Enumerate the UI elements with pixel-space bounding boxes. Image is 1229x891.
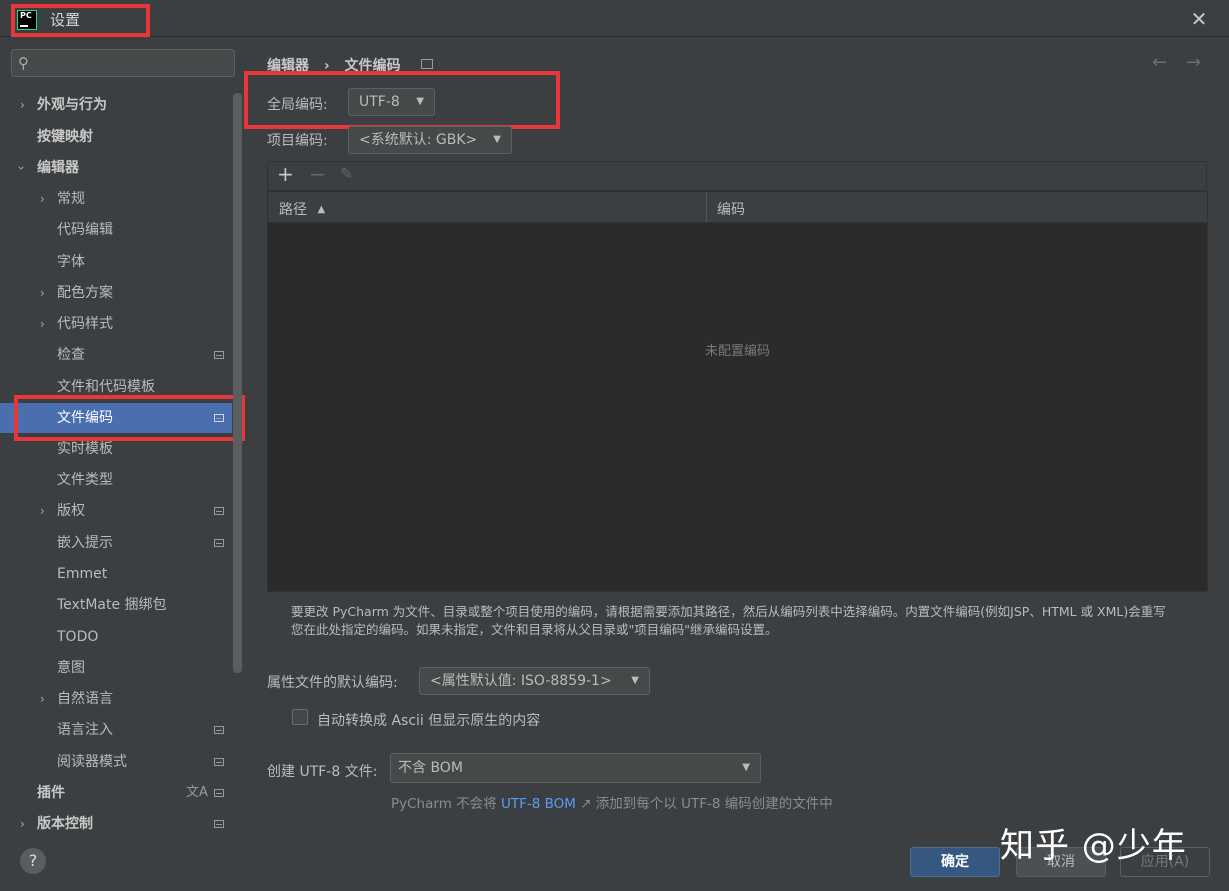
bom-select[interactable]: 不含 BOM ▼ [390, 753, 761, 783]
sidebar-item-color-scheme[interactable]: › 配色方案 [0, 278, 232, 308]
encoding-table [267, 191, 1208, 592]
project-scope-icon [214, 820, 224, 828]
table-toolbar [267, 161, 1207, 191]
ascii-convert-checkbox[interactable] [292, 709, 308, 725]
project-scope-icon [421, 59, 434, 69]
zhihu-watermark: 知乎 @少年 [1000, 826, 1187, 866]
sidebar-item-code-editing[interactable]: 代码编辑 [0, 215, 232, 245]
chevron-right-icon: › [40, 286, 45, 300]
sidebar-item-plugins[interactable]: 插件 文A [0, 778, 232, 808]
help-button[interactable]: ? [20, 848, 46, 874]
chevron-down-icon: › [14, 165, 29, 171]
ok-button[interactable]: 确定 [910, 847, 1000, 877]
dropdown-arrow-icon: ▼ [493, 134, 501, 145]
search-icon: ⚲ [18, 54, 29, 72]
sort-ascending-icon: ▲ [317, 204, 326, 215]
edit-icon[interactable]: ✎ [340, 164, 353, 183]
sidebar-item-reader-mode[interactable]: 阅读器模式 [0, 747, 232, 777]
sidebar-item-editor[interactable]: › 编辑器 [0, 153, 232, 183]
column-separator [706, 192, 707, 222]
settings-search-input[interactable]: ⚲ [11, 49, 235, 77]
column-header-encoding[interactable]: 编码 [717, 199, 745, 219]
remove-icon[interactable]: − [309, 162, 326, 186]
sidebar-item-inlay-hints[interactable]: 嵌入提示 [0, 528, 232, 558]
sidebar-item-copyright[interactable]: › 版权 [0, 496, 232, 526]
sidebar-item-natural-languages[interactable]: › 自然语言 [0, 684, 232, 714]
chevron-right-icon: › [20, 98, 25, 112]
project-scope-icon [214, 539, 224, 547]
project-encoding-select[interactable]: <系统默认: GBK> ▼ [348, 126, 512, 154]
bom-hint: PyCharm 不会将 UTF-8 BOM ↗ 添加到每个以 UTF-8 编码创… [391, 796, 833, 812]
project-scope-icon [214, 789, 224, 797]
chevron-right-icon: › [40, 317, 45, 331]
project-encoding-label: 项目编码: [267, 133, 328, 149]
add-icon[interactable]: + [277, 162, 294, 186]
sidebar-item-general[interactable]: › 常规 [0, 184, 232, 214]
sidebar-item-file-types[interactable]: 文件类型 [0, 465, 232, 495]
external-link-icon: ↗ [580, 796, 592, 812]
column-header-path[interactable]: 路径 ▲ [279, 199, 325, 219]
sidebar-item-code-style[interactable]: › 代码样式 [0, 309, 232, 339]
project-scope-icon [214, 758, 224, 766]
translate-icon: 文A [186, 785, 208, 800]
sidebar-item-appearance[interactable]: › 外观与行为 [0, 90, 232, 120]
forward-arrow-icon[interactable]: → [1186, 52, 1201, 73]
project-scope-icon [214, 726, 224, 734]
chevron-right-icon: › [40, 192, 45, 206]
project-scope-icon [214, 507, 224, 515]
sidebar-item-font[interactable]: 字体 [0, 247, 232, 277]
sidebar-item-keymap[interactable]: 按键映射 [0, 122, 232, 152]
sidebar-item-inspections[interactable]: 检查 [0, 340, 232, 370]
properties-encoding-label: 属性文件的默认编码: [267, 675, 398, 691]
encoding-description: 要更改 PyCharm 为文件、目录或整个项目使用的编码，请根据需要添加其路径，… [291, 604, 1166, 637]
dropdown-arrow-icon: ▼ [631, 675, 639, 686]
sidebar-item-language-injections[interactable]: 语言注入 [0, 715, 232, 745]
table-empty-text: 未配置编码 [704, 344, 770, 359]
project-scope-icon [214, 351, 224, 359]
back-arrow-icon[interactable]: ← [1152, 52, 1167, 73]
bom-label: 创建 UTF-8 文件: [267, 764, 378, 780]
chevron-right-icon: › [40, 504, 45, 518]
close-icon[interactable]: ✕ [1188, 8, 1210, 30]
ascii-convert-label[interactable]: 自动转换成 Ascii 但显示原生的内容 [317, 710, 540, 730]
sidebar-item-intentions[interactable]: 意图 [0, 653, 232, 683]
sidebar-item-emmet[interactable]: Emmet [0, 559, 232, 589]
utf8-bom-link[interactable]: UTF-8 BOM [501, 796, 576, 812]
sidebar-item-textmate[interactable]: TextMate 捆绑包 [0, 590, 232, 620]
sidebar-item-todo[interactable]: TODO [0, 622, 232, 652]
sidebar-item-live-templates[interactable]: 实时模板 [0, 434, 232, 464]
highlight-box-global [244, 71, 560, 129]
dropdown-arrow-icon: ▼ [742, 762, 750, 773]
sidebar-scrollbar[interactable] [233, 93, 242, 673]
highlight-box-title [11, 4, 150, 37]
properties-encoding-select[interactable]: <属性默认值: ISO-8859-1> ▼ [419, 667, 650, 695]
chevron-right-icon: › [40, 692, 45, 706]
title-bar [0, 0, 1229, 37]
